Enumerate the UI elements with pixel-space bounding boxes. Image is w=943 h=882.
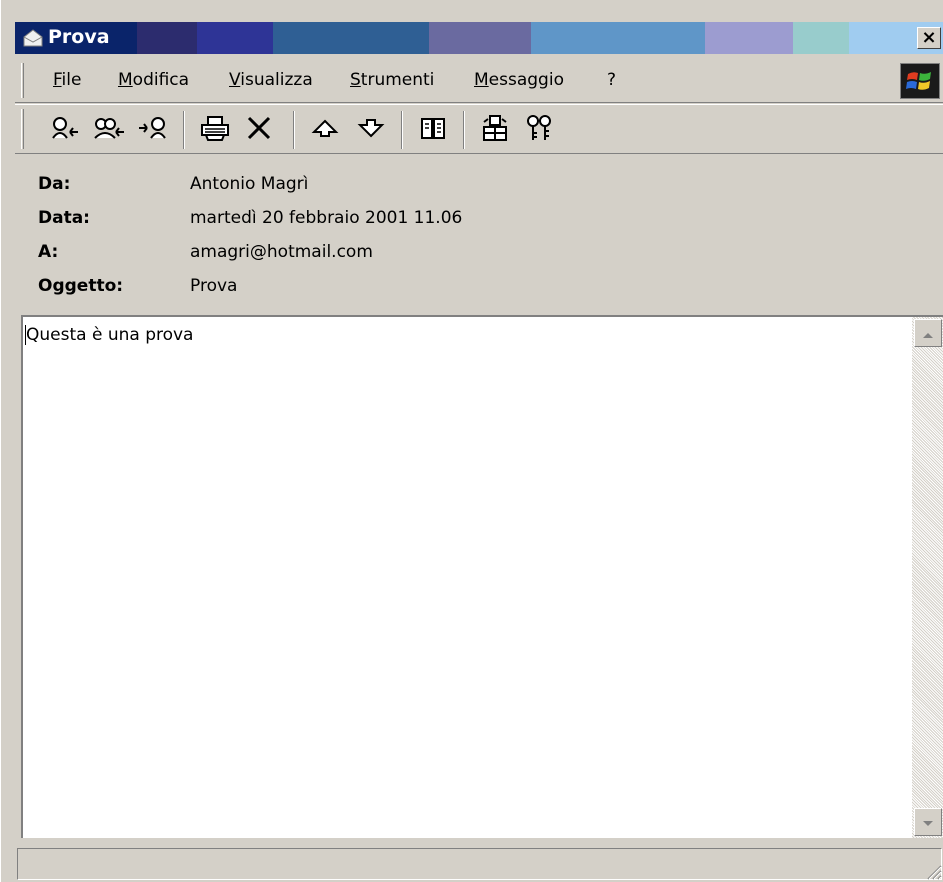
arrow-down-icon: [922, 813, 934, 832]
toolbar: [15, 104, 943, 154]
forward-icon: [136, 114, 170, 146]
close-button[interactable]: ×: [917, 27, 941, 49]
reply-icon: [48, 114, 82, 146]
previous-icon: [311, 116, 339, 144]
security-button[interactable]: [519, 113, 559, 147]
windows-logo-icon: [900, 63, 940, 99]
menu-visualizza[interactable]: Visualizza: [229, 70, 313, 90]
arrow-up-icon: [922, 324, 934, 343]
next-button[interactable]: [351, 113, 391, 147]
vertical-scrollbar[interactable]: [912, 317, 943, 838]
to-label: A:: [38, 242, 59, 262]
toolbar-grip[interactable]: [21, 109, 24, 149]
header-row-to: A: amagri@hotmail.com: [15, 238, 943, 268]
toolbar-separator: [183, 111, 185, 149]
scroll-up-button[interactable]: [914, 319, 942, 347]
message-body-text[interactable]: Questa è una prova: [26, 325, 193, 345]
reply-all-icon: [92, 114, 126, 146]
status-panel: [17, 848, 942, 880]
scroll-down-button[interactable]: [914, 808, 942, 836]
from-value[interactable]: Antonio Magrì: [190, 174, 308, 194]
reply-all-button[interactable]: [89, 113, 129, 147]
next-icon: [357, 116, 385, 144]
menu-file[interactable]: File: [53, 70, 81, 90]
header-row-from: Da: Antonio Magrì: [15, 170, 943, 200]
header-row-subject: Oggetto: Prova: [15, 272, 943, 302]
address-book-button[interactable]: [413, 113, 453, 147]
message-body[interactable]: Questa è una prova: [21, 315, 943, 838]
toolbar-separator: [293, 111, 295, 149]
forward-button[interactable]: [133, 113, 173, 147]
close-icon: ×: [921, 27, 937, 48]
subject-value: Prova: [190, 276, 238, 296]
encode-icon: [480, 113, 510, 147]
header-row-date: Data: martedì 20 febbraio 2001 11.06: [15, 204, 943, 234]
security-icon: [524, 113, 554, 147]
previous-button[interactable]: [305, 113, 345, 147]
from-label: Da:: [38, 174, 71, 194]
message-window: Prova × File Modifica Visualizza Strumen…: [0, 0, 943, 882]
menu-help[interactable]: ?: [607, 70, 616, 90]
resize-grip-icon[interactable]: [924, 862, 942, 880]
to-value[interactable]: amagri@hotmail.com: [190, 242, 373, 262]
date-value: martedì 20 febbraio 2001 11.06: [190, 208, 463, 228]
title-bar[interactable]: Prova ×: [15, 22, 943, 54]
toolbar-separator: [401, 111, 403, 149]
window-title: Prova: [48, 26, 110, 48]
address-book-icon: [418, 114, 448, 146]
menubar-grip[interactable]: [21, 63, 24, 98]
date-label: Data:: [38, 208, 90, 228]
message-headers: Da: Antonio Magrì Data: martedì 20 febbr…: [15, 160, 943, 312]
reply-button[interactable]: [45, 113, 85, 147]
print-button[interactable]: [195, 113, 235, 147]
envelope-icon: [23, 29, 43, 47]
toolbar-separator: [463, 111, 465, 149]
delete-button[interactable]: [239, 113, 279, 147]
menu-bar: File Modifica Visualizza Strumenti Messa…: [15, 59, 943, 103]
menu-messaggio[interactable]: Messaggio: [474, 70, 564, 90]
menu-strumenti[interactable]: Strumenti: [350, 70, 434, 90]
print-icon: [199, 114, 231, 146]
subject-label: Oggetto:: [38, 276, 124, 296]
menu-modifica[interactable]: Modifica: [118, 70, 189, 90]
status-bar: [15, 846, 943, 882]
delete-icon: [245, 114, 273, 146]
encode-button[interactable]: [475, 113, 515, 147]
